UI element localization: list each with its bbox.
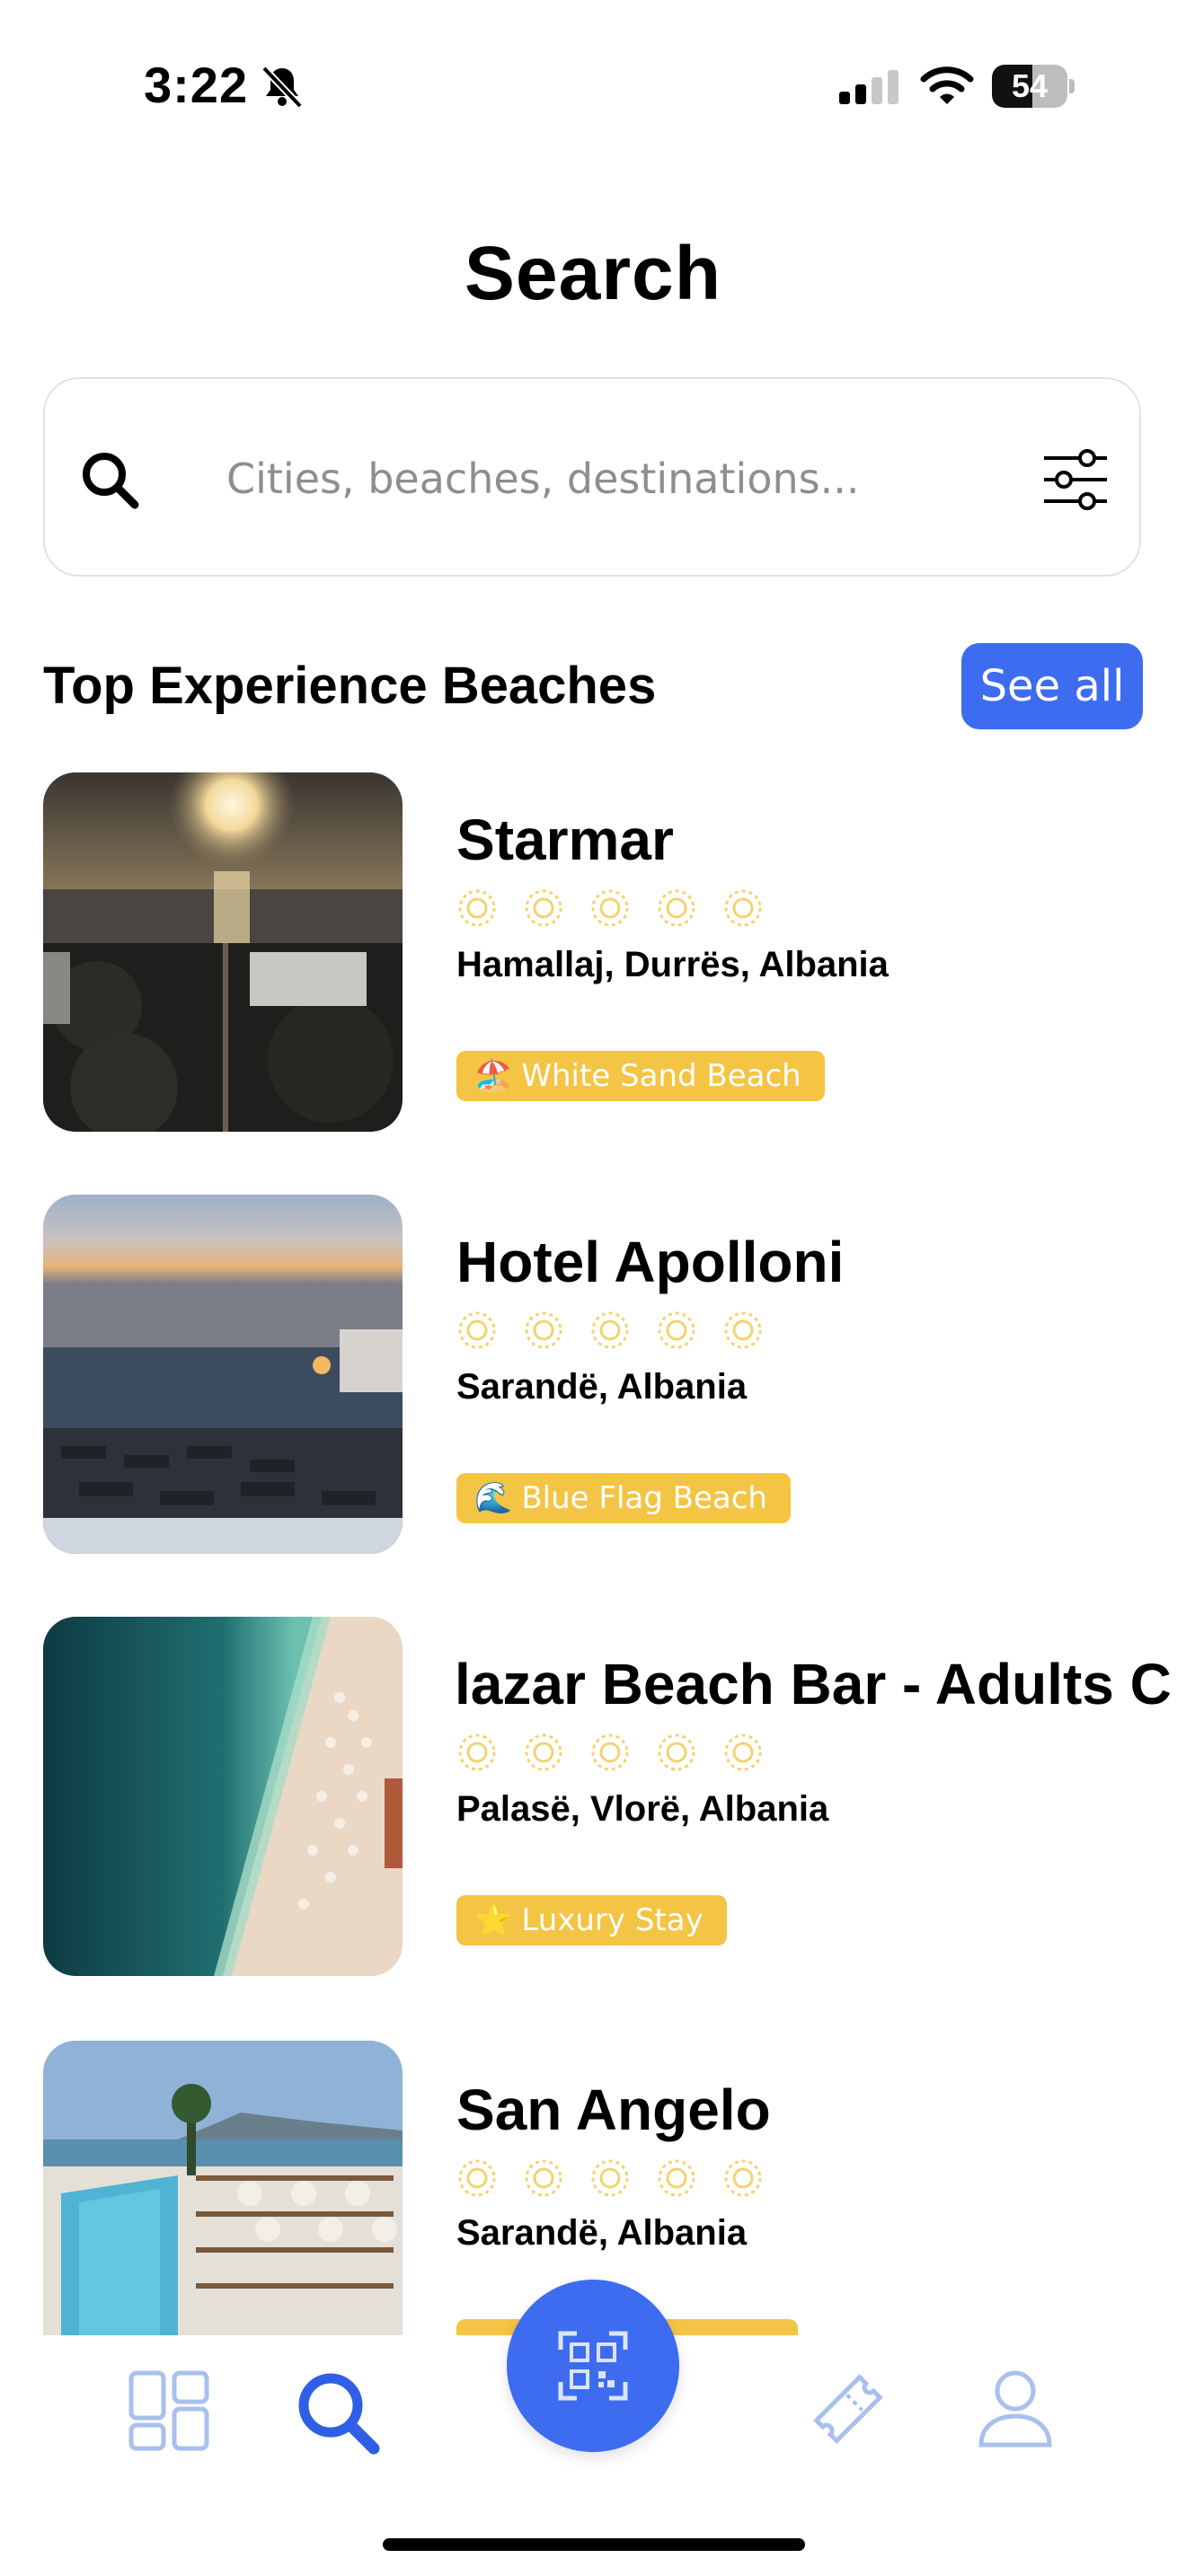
beach-badge: 🌊 Blue Flag Beach — [456, 1473, 791, 1523]
search-input[interactable] — [225, 442, 965, 516]
sun-rating-icon — [724, 889, 762, 927]
beach-name: Starmar — [456, 807, 674, 872]
wave-icon: 🌊 — [474, 1480, 513, 1516]
wifi-icon — [920, 66, 974, 104]
profile-icon[interactable] — [974, 2366, 1057, 2448]
sun-rating-icon — [458, 2159, 496, 2197]
dashboard-icon[interactable] — [128, 2369, 210, 2452]
status-time: 3:22 — [144, 57, 249, 113]
sun-rating-icon — [658, 1311, 695, 1349]
sun-rating-icon — [591, 2159, 629, 2197]
section-title: Top Experience Beaches — [43, 657, 657, 715]
bell-muted-icon — [261, 66, 303, 109]
badge-label: Blue Flag Beach — [521, 1480, 767, 1516]
sun-rating-icon — [591, 1734, 629, 1771]
beach-badge: ⭐ Luxury Stay — [456, 1895, 727, 1945]
beach-name: Hotel Apolloni — [456, 1230, 845, 1294]
beach-photo — [43, 772, 403, 1132]
sun-rating-icon — [525, 889, 562, 927]
status-bar: 3:22 54 — [0, 0, 1186, 171]
beach-photo — [43, 1617, 403, 1976]
sun-rating-icon — [458, 889, 496, 927]
beach-photo — [43, 1195, 403, 1554]
sun-rating-icon — [591, 1311, 629, 1349]
beach-card-starmar[interactable]: Starmar Hamallaj, Durrës, Albania 🏖️ Whit… — [43, 772, 1186, 1132]
sun-rating-icon — [724, 1734, 762, 1771]
sun-rating-icon — [525, 1734, 562, 1771]
sun-rating-icon — [724, 1311, 762, 1349]
see-all-button[interactable]: See all — [961, 643, 1143, 729]
beach-name: San Angelo — [456, 2078, 771, 2142]
badge-label: White Sand Beach — [521, 1058, 801, 1094]
qr-scan-icon — [558, 2331, 628, 2401]
qr-scan-button[interactable] — [507, 2280, 679, 2452]
sun-rating — [456, 2157, 764, 2199]
sun-rating — [456, 887, 764, 929]
sun-rating — [456, 1310, 764, 1351]
sun-rating — [456, 1732, 764, 1773]
sun-rating-icon — [658, 889, 695, 927]
battery-level: 54 — [1011, 67, 1049, 104]
sun-rating-icon — [525, 1311, 562, 1349]
beach-badge: 🏖️ White Sand Beach — [456, 1051, 825, 1101]
beach-card-hotel-apolloni[interactable]: Hotel Apolloni Sarandë, Albania 🌊 Blue Fl… — [43, 1195, 1186, 1554]
sun-rating-icon — [458, 1734, 496, 1771]
ticket-icon[interactable] — [807, 2368, 890, 2450]
beach-umbrella-icon: 🏖️ — [474, 1058, 513, 1094]
cellular-signal-icon — [839, 70, 898, 104]
page-title: Search — [464, 231, 722, 315]
sun-rating-icon — [525, 2159, 562, 2197]
beach-location: Palasë, Vlorë, Albania — [456, 1789, 829, 1829]
filter-sliders-icon[interactable] — [1042, 447, 1109, 512]
beach-name: lazar Beach Bar - Adults C — [455, 1652, 1172, 1716]
sun-rating-icon — [658, 1734, 695, 1771]
star-icon: ⭐ — [474, 1902, 513, 1938]
battery-indicator: 54 — [992, 65, 1075, 108]
beach-card-lazar-beach-bar[interactable]: lazar Beach Bar - Adults C Palasë, Vlorë… — [43, 1617, 1186, 1976]
search-icon — [83, 453, 139, 509]
home-indicator — [383, 2538, 805, 2551]
sun-rating-icon — [591, 889, 629, 927]
badge-label: Luxury Stay — [521, 1902, 704, 1938]
search-bar[interactable] — [43, 377, 1141, 577]
search-nav-icon[interactable] — [293, 2368, 383, 2457]
sun-rating-icon — [658, 2159, 695, 2197]
beach-location: Sarandë, Albania — [456, 1367, 748, 1407]
sun-rating-icon — [724, 2159, 762, 2197]
beach-location: Sarandë, Albania — [456, 2213, 748, 2253]
beach-location: Hamallaj, Durrës, Albania — [456, 945, 889, 984]
sun-rating-icon — [458, 1311, 496, 1349]
